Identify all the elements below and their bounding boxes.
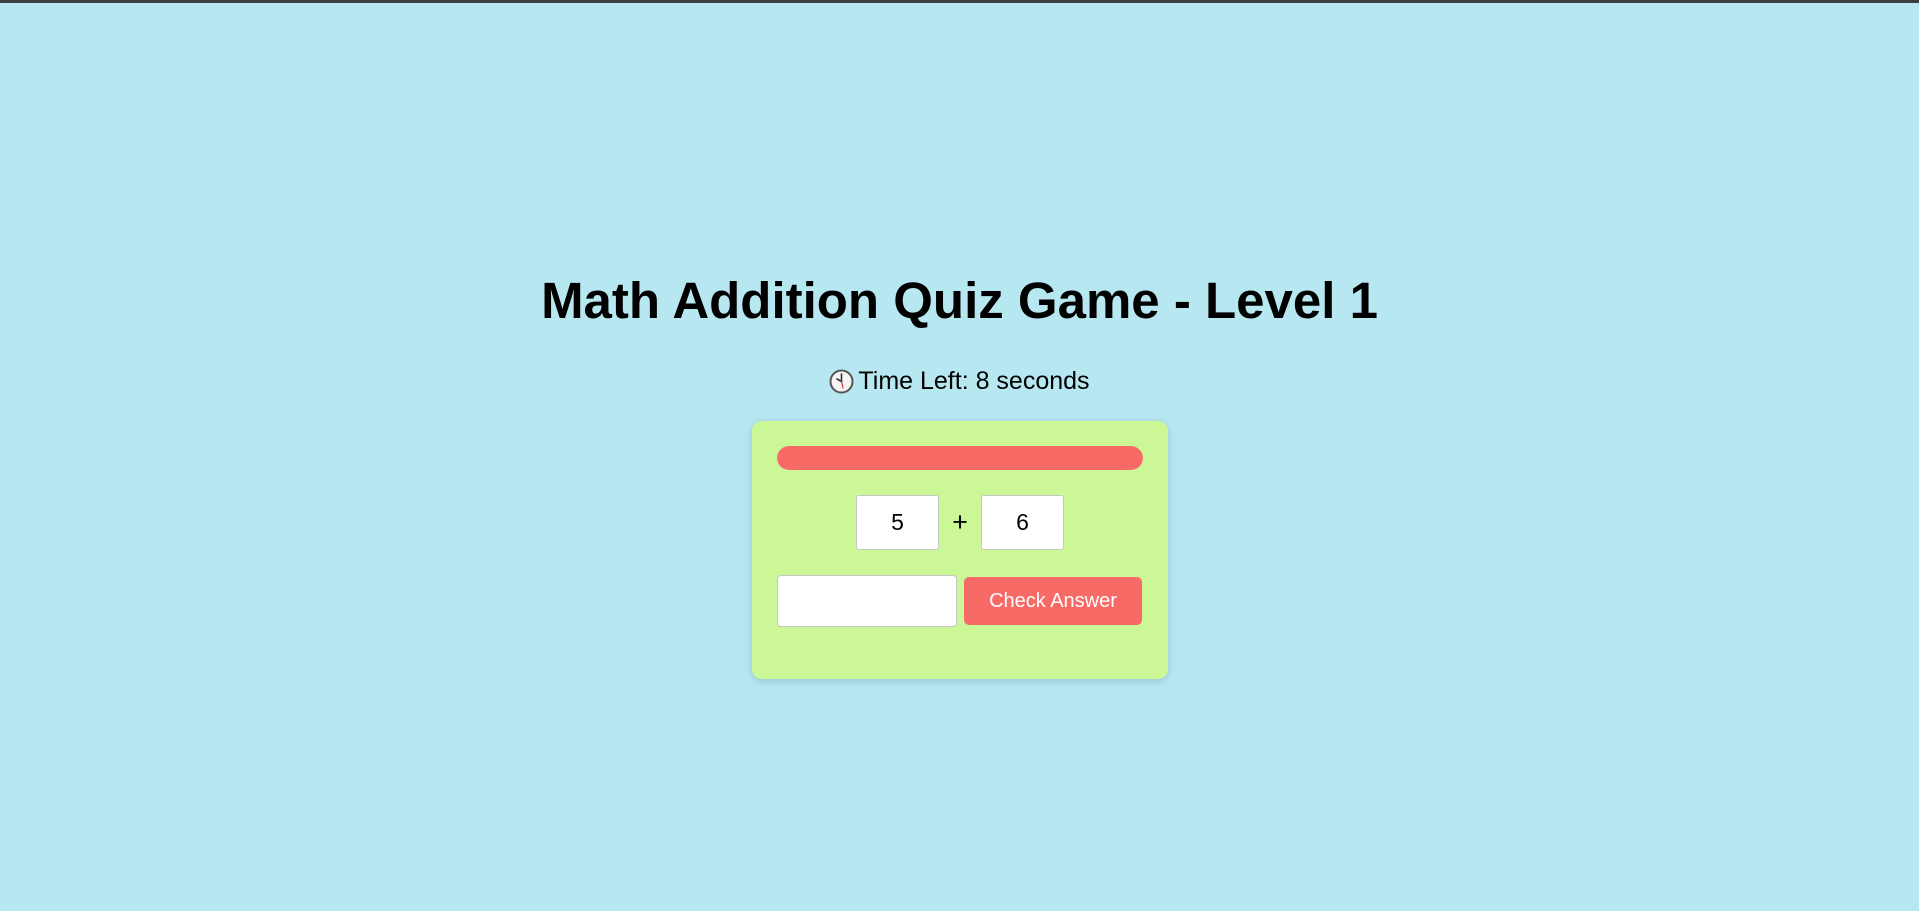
operand-a: 5 — [856, 495, 939, 550]
timer-text: Time Left: 8 seconds — [858, 367, 1090, 395]
problem: 5 + 6 — [752, 495, 1168, 550]
quiz-card: 5 + 6 Check Answer — [752, 421, 1168, 679]
answer-row: Check Answer — [777, 575, 1142, 627]
time-progress-fill — [777, 446, 1143, 470]
game-title: Math Addition Quiz Game - Level 1 — [541, 272, 1378, 329]
clock-icon — [829, 369, 854, 394]
answer-input[interactable] — [777, 575, 957, 627]
check-answer-button[interactable]: Check Answer — [964, 577, 1142, 625]
timer: Time Left: 8 seconds — [0, 364, 1919, 398]
operand-b: 6 — [981, 495, 1064, 550]
window-top-border — [0, 0, 1919, 3]
operator-plus: + — [952, 507, 968, 537]
time-progress-bar — [777, 446, 1143, 470]
